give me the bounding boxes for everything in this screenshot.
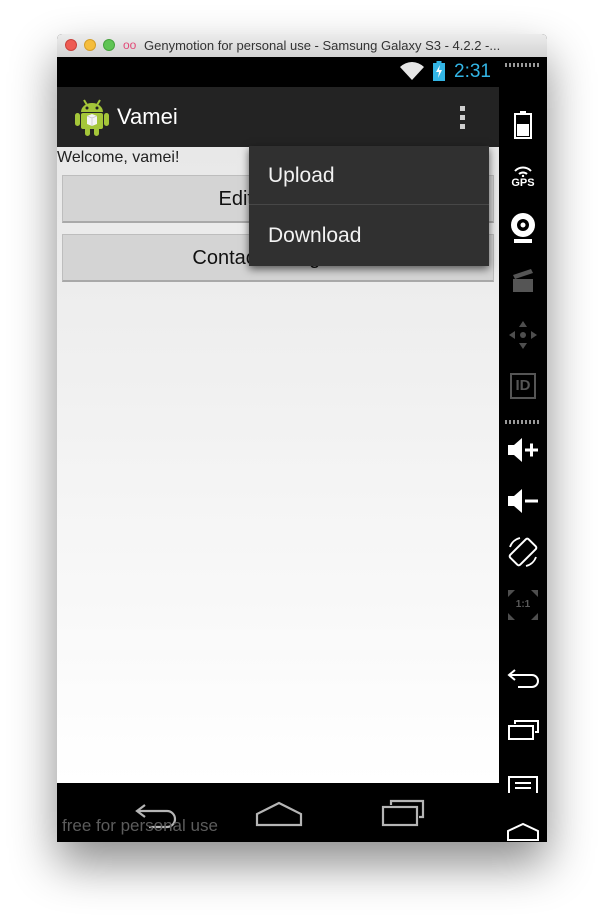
window-title: Genymotion for personal use - Samsung Ga… [144,38,501,53]
welcome-text: Welcome, vamei! [57,149,180,166]
battery-icon[interactable] [499,107,547,143]
pixel-label: 1:1 [515,599,531,610]
battery-charging-icon [433,61,445,81]
app-title: Vamei [117,104,178,129]
home-icon[interactable] [254,801,304,827]
rotate-icon[interactable] [499,534,547,570]
genymotion-window: oo Genymotion for personal use - Samsung… [57,34,547,842]
gps-label: GPS [511,177,535,189]
id-icon[interactable]: ID [499,369,547,403]
menu-item-download[interactable]: Download [249,206,489,265]
sidebar-home-icon[interactable] [499,821,547,842]
wifi-icon [400,62,424,80]
minimize-traffic-light[interactable] [84,39,96,51]
overflow-menu-icon[interactable] [453,103,473,133]
clapperboard-icon[interactable] [499,264,547,296]
volume-down-icon[interactable] [499,484,547,518]
android-screen: 2:31 Vamei Welcome, vamei! Edit Contact … [57,57,499,842]
id-label: ID [510,373,536,399]
window-titlebar[interactable]: oo Genymotion for personal use - Samsung… [57,34,547,58]
action-bar: Vamei [57,87,499,147]
sidebar-menu-icon[interactable] [499,769,547,799]
toolbar-grip [505,63,541,67]
sidebar-back-icon[interactable] [499,663,547,693]
webcam-icon[interactable] [499,210,547,246]
dpad-icon[interactable] [499,317,547,353]
menu-item-upload[interactable]: Upload [249,146,489,205]
status-time: 2:31 [454,61,491,82]
genymotion-logo-icon: oo [123,38,137,52]
personal-use-watermark: free for personal use [62,816,218,835]
pixel-perfect-icon[interactable]: 1:1 [499,587,547,623]
toolbar-divider [505,420,541,424]
zoom-traffic-light[interactable] [103,39,115,51]
volume-up-icon[interactable] [499,433,547,467]
navigation-bar: free for personal use [57,783,499,842]
overflow-menu: Upload Download [249,146,489,266]
close-traffic-light[interactable] [65,39,77,51]
gps-icon[interactable]: GPS [499,159,547,195]
genymotion-toolbar: GPS ID 1:1 [499,57,547,842]
sidebar-recent-icon[interactable] [499,715,547,745]
recent-apps-icon[interactable] [377,797,427,829]
status-bar: 2:31 [57,57,499,87]
android-icon[interactable] [75,97,109,137]
